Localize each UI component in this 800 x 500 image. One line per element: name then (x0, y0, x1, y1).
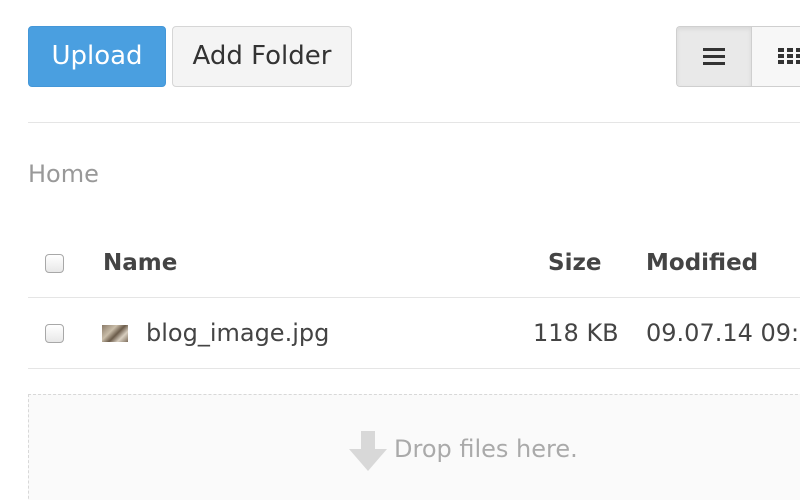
arrow-down-icon (349, 431, 387, 471)
toolbar-divider (28, 122, 800, 123)
breadcrumb-item-home[interactable]: Home (28, 160, 99, 188)
file-size: 118 KB (533, 319, 619, 347)
file-table: Name Size Modified blog_image.jpg 118 KB… (28, 228, 800, 369)
drop-zone[interactable]: Drop files here. (28, 394, 800, 500)
column-header-size[interactable]: Size (548, 228, 601, 298)
column-header-name[interactable]: Name (103, 228, 177, 298)
add-folder-button[interactable]: Add Folder (172, 26, 352, 87)
breadcrumb: Home (28, 160, 99, 188)
file-manager: Upload Add Folder Home Name Size Modifie… (0, 0, 800, 500)
list-view-button[interactable] (677, 27, 752, 86)
table-row[interactable]: blog_image.jpg 118 KB 09.07.14 09:0 (28, 298, 800, 369)
column-header-modified[interactable]: Modified (646, 228, 758, 298)
drop-zone-text: Drop files here. (394, 435, 578, 463)
table-header: Name Size Modified (28, 228, 800, 298)
row-checkbox[interactable] (45, 324, 64, 343)
select-all-checkbox[interactable] (45, 254, 64, 273)
image-thumbnail-icon (102, 325, 128, 342)
upload-button[interactable]: Upload (28, 26, 166, 87)
grid-view-button[interactable] (752, 27, 800, 86)
toolbar: Upload Add Folder (28, 26, 800, 88)
grid-icon (778, 48, 800, 64)
file-modified: 09.07.14 09:0 (646, 319, 800, 347)
list-icon (703, 48, 725, 65)
file-name[interactable]: blog_image.jpg (146, 298, 329, 368)
view-mode-toggle (676, 26, 800, 87)
